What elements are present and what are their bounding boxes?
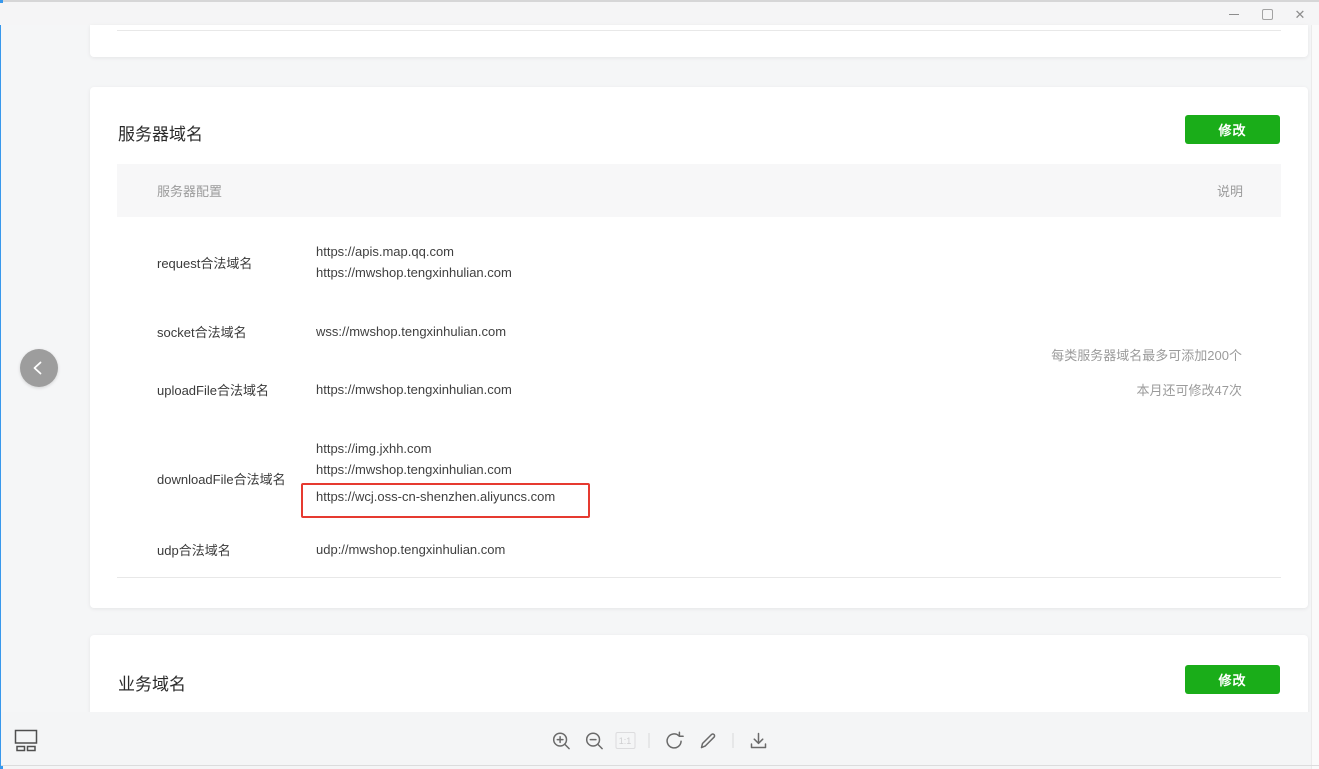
table-header-config: 服务器配置	[157, 181, 222, 200]
domain-value: https://img.jxhh.com	[316, 438, 590, 459]
toolbar-separator	[732, 733, 733, 748]
domain-value: https://apis.map.qq.com	[316, 241, 512, 262]
row-label: udp合法域名	[157, 540, 316, 559]
server-domain-card: 服务器域名 修改 服务器配置 说明 request合法域名 https://ap…	[90, 87, 1308, 608]
zoom-out-icon	[584, 731, 604, 751]
download-button[interactable]	[746, 729, 770, 753]
modify-server-domain-button[interactable]: 修改	[1185, 115, 1280, 144]
pencil-icon	[697, 731, 717, 751]
row-values: wss://mwshop.tengxinhulian.com	[316, 321, 506, 342]
maximize-button[interactable]	[1254, 4, 1280, 24]
back-button[interactable]	[20, 349, 58, 387]
table-header-row: 服务器配置 说明	[117, 164, 1281, 217]
table-row-uploadfile: uploadFile合法域名 https://mwshop.tengxinhul…	[157, 379, 1242, 400]
rotate-icon	[664, 731, 684, 751]
selection-corner-top-left	[0, 0, 3, 3]
red-highlight-box: https://wcj.oss-cn-shenzhen.aliyuncs.com	[301, 483, 590, 518]
window-titlebar: ✕	[0, 0, 1319, 25]
device-preview-button[interactable]	[14, 728, 38, 752]
table-row-downloadfile: downloadFile合法域名 https://img.jxhh.com ht…	[157, 438, 1242, 518]
zoom-out-button[interactable]	[582, 729, 606, 753]
chevron-left-icon	[29, 358, 49, 378]
table-header-note: 说明	[1217, 181, 1243, 200]
toolbar-separator	[648, 733, 649, 748]
row-label: request合法域名	[157, 253, 316, 272]
card-divider	[117, 30, 1281, 31]
highlighted-domain-value: https://wcj.oss-cn-shenzhen.aliyuncs.com	[316, 489, 555, 504]
domain-value: udp://mwshop.tengxinhulian.com	[316, 539, 505, 560]
viewer-toolbar: 1:1	[0, 712, 1319, 769]
row-values: https://apis.map.qq.com https://mwshop.t…	[316, 241, 512, 283]
rotate-button[interactable]	[662, 729, 686, 753]
partial-card-top	[90, 25, 1308, 57]
table-row-udp: udp合法域名 udp://mwshop.tengxinhulian.com	[157, 539, 1242, 560]
domain-value: https://mwshop.tengxinhulian.com	[316, 379, 512, 400]
minimize-button[interactable]	[1221, 4, 1247, 24]
maximize-icon	[1262, 9, 1273, 20]
close-button[interactable]: ✕	[1287, 4, 1313, 24]
window-bottom-divider	[0, 765, 1319, 766]
row-label: uploadFile合法域名	[157, 380, 316, 399]
page-title-business-domain: 业务域名	[118, 670, 186, 695]
zoom-in-icon	[551, 731, 571, 751]
modify-business-domain-button[interactable]: 修改	[1185, 665, 1280, 694]
table-row-request: request合法域名 https://apis.map.qq.com http…	[157, 241, 1242, 283]
monitor-icon	[14, 729, 38, 752]
domain-value: https://mwshop.tengxinhulian.com	[316, 459, 590, 480]
edit-button[interactable]	[695, 729, 719, 753]
vertical-scrollbar[interactable]	[1311, 25, 1319, 769]
page-title-server-domain: 服务器域名	[118, 120, 203, 145]
window-controls: ✕	[1214, 3, 1313, 25]
table-row-socket: socket合法域名 wss://mwshop.tengxinhulian.co…	[157, 321, 1242, 342]
note-domain-limit: 每类服务器域名最多可添加200个	[1051, 345, 1242, 366]
table-bottom-divider	[117, 577, 1281, 578]
row-values: https://img.jxhh.com https://mwshop.teng…	[316, 438, 590, 518]
row-values: udp://mwshop.tengxinhulian.com	[316, 539, 505, 560]
minimize-icon	[1229, 14, 1239, 15]
note-modify-remaining: 本月还可修改47次	[1137, 380, 1242, 401]
zoom-in-button[interactable]	[549, 729, 573, 753]
row-label: socket合法域名	[157, 322, 316, 341]
actual-size-button[interactable]: 1:1	[615, 732, 635, 749]
selection-edge-left	[0, 25, 1, 769]
domain-value: https://mwshop.tengxinhulian.com	[316, 262, 512, 283]
domain-value: wss://mwshop.tengxinhulian.com	[316, 321, 506, 342]
row-values: https://mwshop.tengxinhulian.com	[316, 379, 512, 400]
toolbar-center-group: 1:1	[549, 729, 770, 753]
row-label: downloadFile合法域名	[157, 469, 316, 488]
download-icon	[748, 731, 768, 751]
